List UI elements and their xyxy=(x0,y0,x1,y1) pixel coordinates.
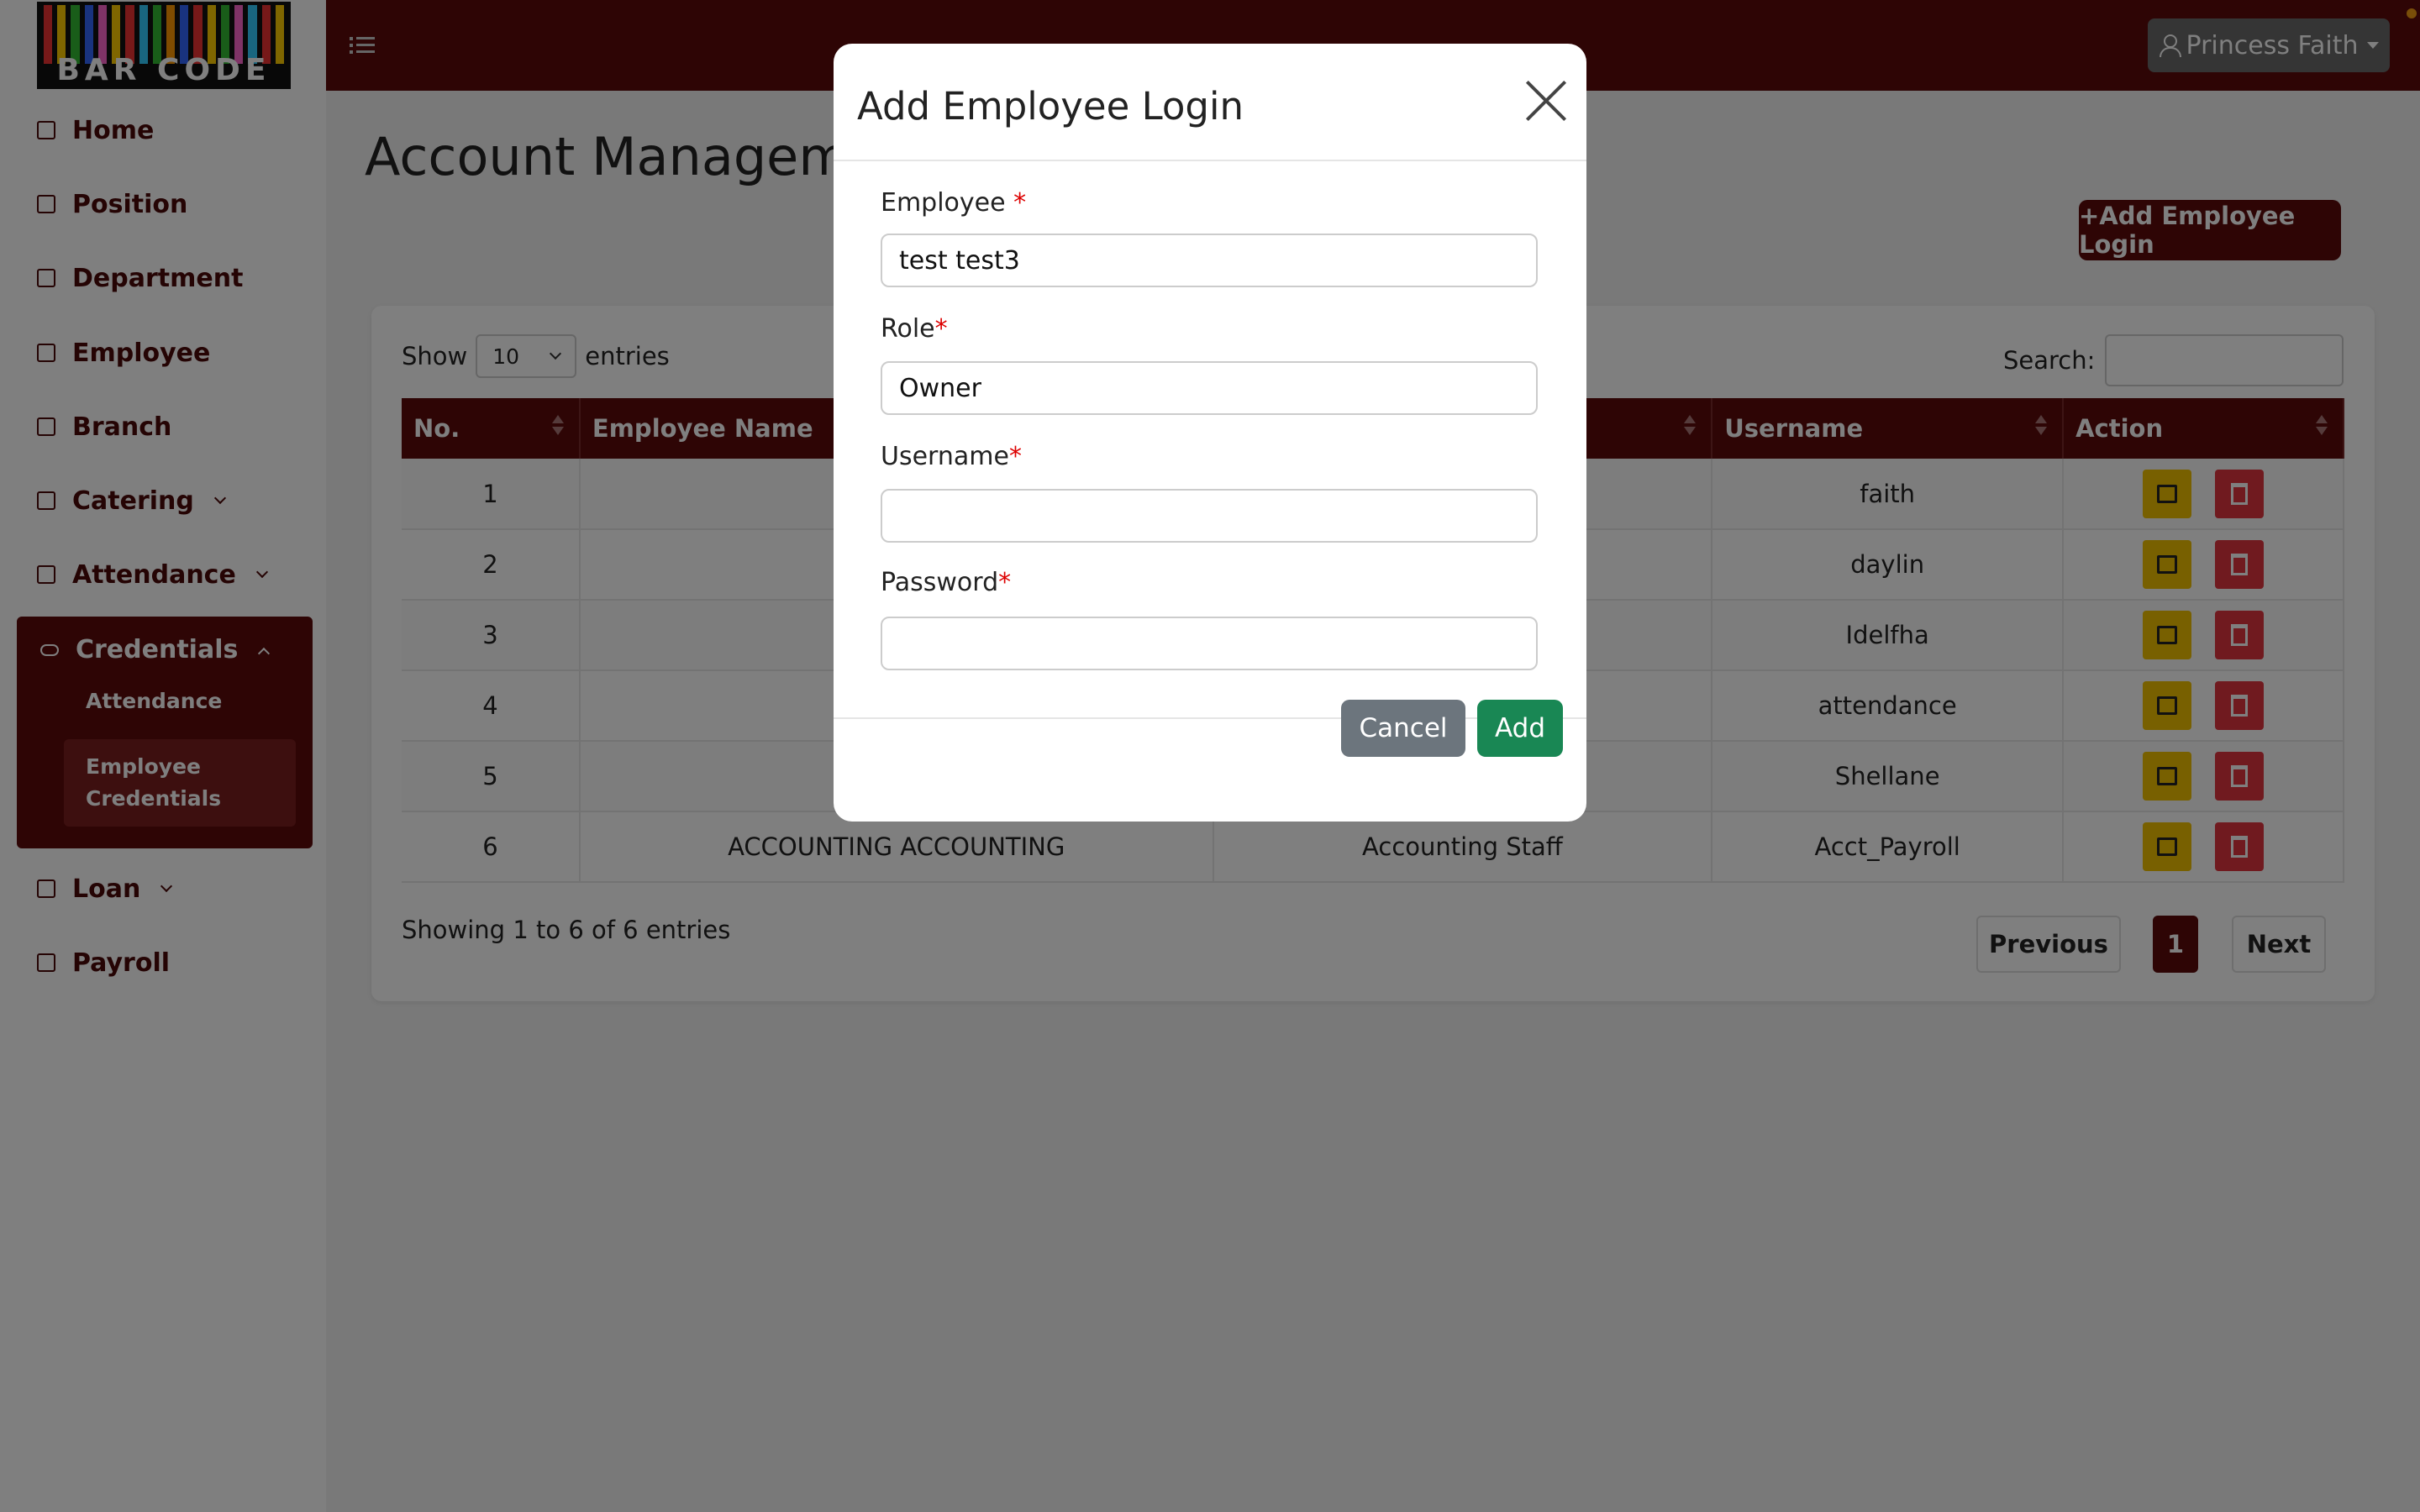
username-label: Username* xyxy=(881,442,1022,471)
label-text: Role xyxy=(881,314,935,344)
required-mark: * xyxy=(998,568,1012,597)
add-employee-login-modal: Add Employee Login Employee * test test3… xyxy=(834,44,1586,822)
modal-header: Add Employee Login xyxy=(834,44,1586,161)
modal-footer xyxy=(834,717,1586,822)
cancel-button[interactable]: Cancel xyxy=(1341,700,1465,757)
password-field[interactable] xyxy=(881,617,1538,670)
required-mark: * xyxy=(1008,442,1022,471)
employee-label: Employee * xyxy=(881,188,1026,218)
role-field[interactable]: Owner xyxy=(881,361,1538,415)
required-mark: * xyxy=(934,314,948,344)
username-field[interactable] xyxy=(881,489,1538,543)
role-label: Role* xyxy=(881,314,948,344)
employee-field[interactable]: test test3 xyxy=(881,234,1538,287)
label-text: Employee xyxy=(881,188,1014,218)
label-text: Password xyxy=(881,568,999,597)
modal-title: Add Employee Login xyxy=(857,84,1244,129)
required-mark: * xyxy=(1013,188,1027,218)
close-icon[interactable] xyxy=(1524,79,1568,123)
label-text: Username xyxy=(881,442,1009,471)
password-label: Password* xyxy=(881,568,1011,597)
add-button[interactable]: Add xyxy=(1477,700,1563,757)
